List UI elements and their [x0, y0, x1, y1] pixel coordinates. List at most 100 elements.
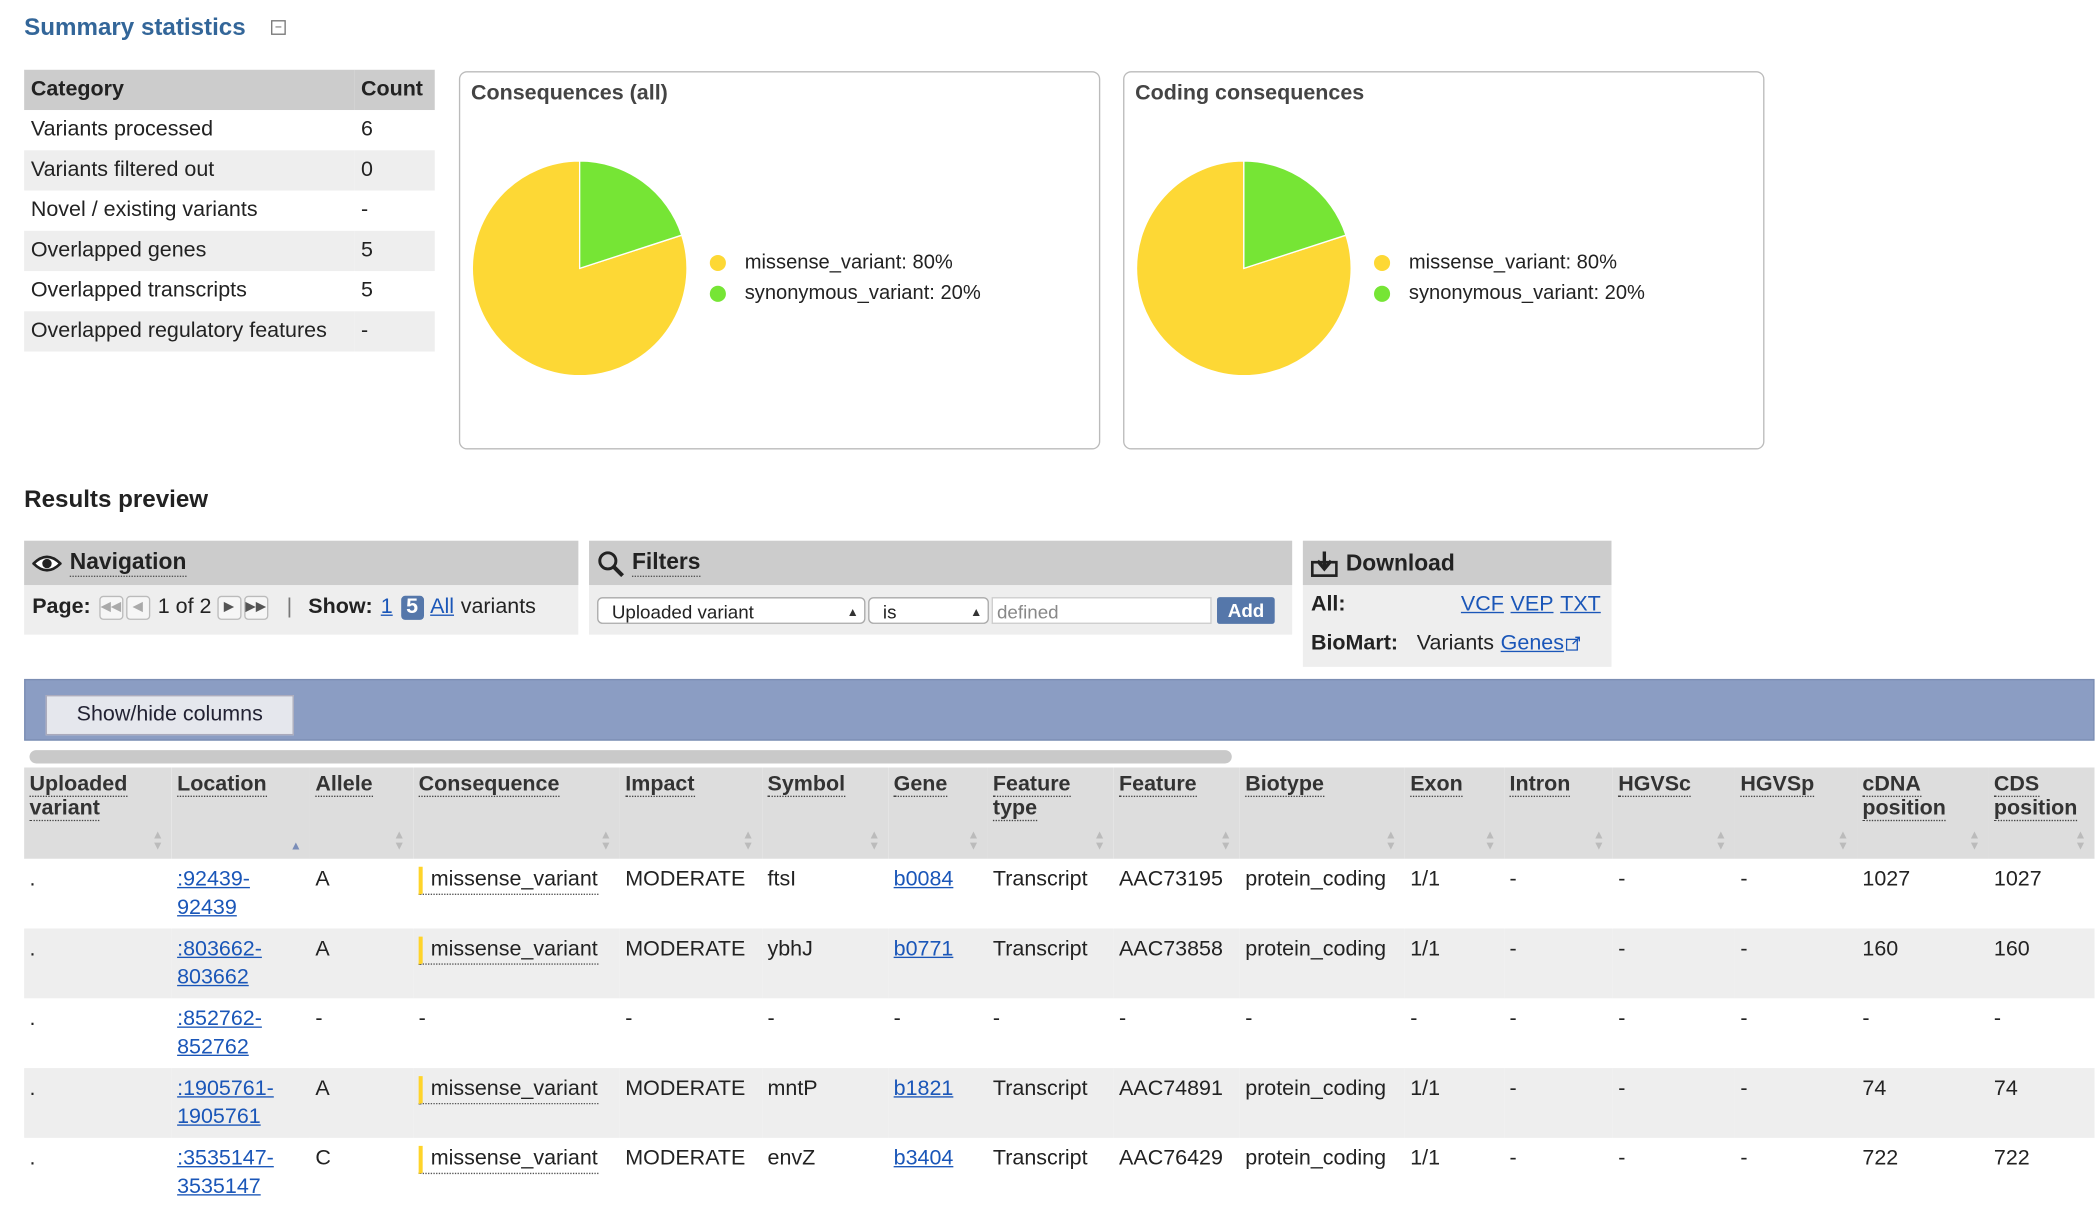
feature-cell-text: AAC76429 [1119, 1147, 1223, 1171]
filters-title[interactable]: Filters [631, 549, 701, 577]
sort-icon[interactable]: ▲ ▼ [1484, 829, 1496, 852]
page-indicator: 1 of 2 [157, 595, 212, 619]
sort-icon[interactable]: ▲ ▼ [968, 829, 980, 852]
hgvsc-cell: - [1612, 1068, 1735, 1138]
column-header[interactable]: HGVSp ▲ ▼ [1734, 767, 1858, 859]
location-cell: :803662- 803662 [171, 928, 310, 999]
consequence-label[interactable]: missense_variant [418, 1145, 598, 1175]
filters-header: Filters [589, 540, 1293, 586]
exon-cell-text: 1/1 [1410, 1147, 1441, 1171]
feature-type-cell: - [988, 998, 1114, 1068]
add-filter-button[interactable]: Add [1217, 596, 1276, 624]
column-header-label: position [1862, 797, 1946, 822]
sort-icon[interactable]: ▲ ▼ [1593, 829, 1605, 852]
last-page-button[interactable]: ▶▶ [243, 595, 268, 620]
intron-cell: - [1504, 1068, 1613, 1138]
sort-icon[interactable]: ▲ ▼ [2075, 829, 2087, 852]
column-header[interactable]: CDS position ▲ ▼ [1988, 767, 2095, 859]
sort-icon[interactable]: ▲ ▼ [1385, 829, 1397, 852]
txt-link[interactable]: TXT [1560, 592, 1601, 616]
consequence-label[interactable]: missense_variant [418, 936, 598, 965]
column-header[interactable]: Symbol ▲ ▼ [762, 767, 889, 859]
next-page-button[interactable]: ▶ [216, 595, 241, 620]
column-header[interactable]: Gene ▲ ▼ [888, 767, 988, 859]
summary-row: Overlapped transcripts 5 [24, 271, 435, 311]
sort-icon[interactable]: ▲ ▼ [1969, 829, 1981, 852]
symbol-cell-text: mntP [767, 1077, 818, 1101]
legend-dot [1374, 285, 1391, 302]
sort-icon[interactable]: ▲ ▼ [1220, 829, 1232, 852]
prev-page-button[interactable]: ◀ [125, 595, 150, 620]
consequence-cell: missense_variant [413, 859, 620, 929]
download-panel: Download All: VCF VEP TXT BioMart: Varia… [1302, 540, 1612, 667]
sort-icon[interactable]: ▲ ▼ [868, 829, 880, 852]
column-header[interactable]: Feature ▲ ▼ [1113, 767, 1240, 859]
impact-cell: MODERATE [620, 1138, 762, 1208]
sort-icon[interactable]: ▲ ▼ [1094, 829, 1106, 852]
sort-icon[interactable]: ▲ ▼ [1715, 829, 1727, 852]
column-header[interactable]: Uploaded variant ▲ ▼ [24, 767, 172, 859]
column-header-label: cDNA [1862, 772, 1921, 798]
column-header[interactable]: Exon ▲ ▼ [1404, 767, 1505, 859]
location-link[interactable]: :3535147- 3535147 [177, 1147, 274, 1198]
location-link[interactable]: :1905761- 1905761 [177, 1077, 274, 1128]
genes-link[interactable]: Genes [1501, 631, 1564, 655]
hgvsc-cell-text: - [1618, 1147, 1626, 1171]
column-header[interactable]: HGVSc ▲ ▼ [1612, 767, 1735, 859]
hgvsp-cell-text: - [1740, 1007, 1748, 1031]
gene-link[interactable]: b0771 [894, 938, 954, 961]
sort-icon[interactable]: ▲ ▼ [600, 829, 612, 852]
sort-icon[interactable]: ▲ ▼ [742, 829, 754, 852]
summary-row: Variants processed 6 [24, 110, 435, 150]
filter-operator-select[interactable]: is ▲ [868, 596, 989, 624]
hgvsc-cell: - [1613, 1138, 1735, 1208]
symbol-cell: envZ [762, 1138, 888, 1208]
consequence-label[interactable]: missense_variant [418, 866, 598, 895]
sort-icon[interactable]: ▲ ▼ [152, 829, 164, 852]
symbol-cell: - [762, 998, 888, 1068]
gene-cell: b0084 [888, 859, 987, 929]
sort-icon[interactable]: ▲ ▼ [393, 829, 405, 852]
summary-title[interactable]: Summary statistics [24, 13, 246, 41]
gene-link[interactable]: b0084 [894, 868, 954, 891]
column-header[interactable]: Intron ▲ ▼ [1504, 767, 1613, 859]
show-hide-columns-button[interactable]: Show/hide columns [45, 695, 294, 736]
sort-icon[interactable]: ▲ [290, 839, 302, 851]
column-header[interactable]: Biotype ▲ ▼ [1239, 767, 1405, 859]
feature-cell-text: - [1119, 1007, 1127, 1031]
results-title: Results preview [24, 485, 209, 513]
symbol-cell-text: ybhJ [767, 937, 813, 961]
column-header[interactable]: Allele ▲ ▼ [309, 767, 414, 859]
legend-label: missense_variant: 80% [744, 250, 953, 274]
navigation-title[interactable]: Navigation [69, 549, 187, 577]
cdna-position-cell-text: 1027 [1862, 868, 1911, 891]
show-all-link[interactable]: All [430, 596, 454, 620]
first-page-button[interactable]: ◀◀ [98, 595, 123, 620]
column-header[interactable]: Consequence ▲ ▼ [413, 767, 620, 859]
vep-link[interactable]: VEP [1511, 592, 1554, 616]
symbol-cell-text: - [767, 1007, 775, 1031]
header-category: Category [24, 69, 355, 111]
gene-link[interactable]: b1821 [894, 1077, 954, 1100]
gene-link[interactable]: b3404 [894, 1147, 954, 1170]
allele-cell: A [309, 1068, 414, 1138]
column-header[interactable]: Feature type ▲ ▼ [987, 767, 1114, 859]
location-link[interactable]: :92439- 92439 [177, 868, 250, 919]
show-1-link[interactable]: 1 [381, 596, 393, 620]
location-cell: :92439- 92439 [172, 859, 310, 929]
filter-value-input[interactable]: defined [991, 596, 1212, 624]
page-label: Page: [32, 595, 91, 619]
column-header[interactable]: Impact ▲ ▼ [619, 767, 763, 859]
sort-icon[interactable]: ▲ ▼ [1837, 829, 1849, 852]
location-link[interactable]: :852762- 852762 [177, 1008, 262, 1059]
collapse-icon[interactable]: − [271, 20, 286, 35]
exon-cell: 1/1 [1404, 1068, 1505, 1138]
vcf-link[interactable]: VCF [1461, 592, 1504, 616]
table-row: .:1905761- 1905761 Amissense_variant MODERA… [24, 1068, 2095, 1138]
filter-field-select[interactable]: Uploaded variant ▲ [597, 596, 866, 624]
horizontal-scrollbar[interactable] [29, 750, 1232, 764]
consequence-label[interactable]: missense_variant [418, 1076, 598, 1105]
column-header[interactable]: cDNA position ▲ ▼ [1857, 767, 1989, 859]
location-link[interactable]: :803662- 803662 [177, 938, 262, 989]
column-header[interactable]: Location ▲ [171, 767, 310, 859]
